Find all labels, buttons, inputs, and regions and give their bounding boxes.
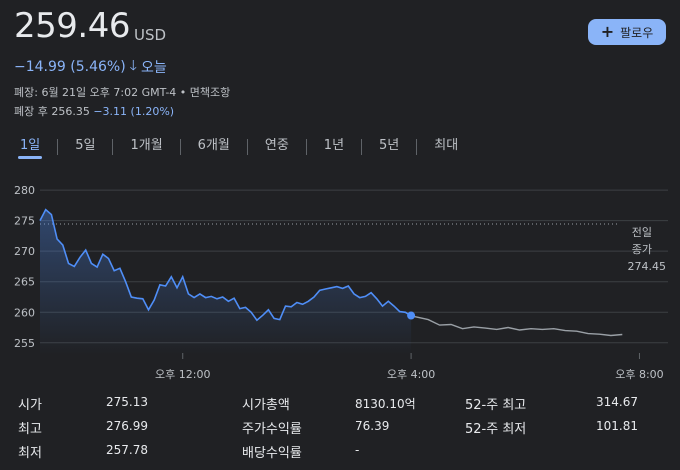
stat-value: -: [355, 443, 360, 457]
after-hours-change: −3.11 (1.20%): [93, 105, 175, 118]
tab-range-7[interactable]: 최대: [424, 135, 468, 159]
y-tick-label: 275: [14, 215, 35, 228]
tab-range-1[interactable]: 5일: [65, 135, 105, 159]
stat-label: 52-주 최저: [465, 422, 527, 437]
stat-value: 276.99: [106, 419, 148, 433]
stat-label: 52-주 최고: [465, 398, 527, 413]
stat-label: 최고: [18, 422, 42, 437]
tab-separator: [246, 139, 248, 155]
y-tick-label: 280: [14, 184, 35, 197]
price-change-period: 오늘: [140, 60, 167, 76]
current-price: 259.46: [14, 6, 130, 46]
y-tick-label: 255: [14, 337, 35, 350]
stat-value: 257.78: [106, 443, 148, 457]
stat-value: 275.13: [106, 395, 148, 409]
stat-label: 배당수익률: [242, 446, 302, 461]
tab-range-6[interactable]: 5년: [369, 135, 409, 159]
stat-value: 314.67: [596, 395, 638, 409]
tab-range-3[interactable]: 6개월: [188, 135, 240, 159]
after-hours-info: 폐장 후 256.35 −3.11 (1.20%): [14, 103, 174, 119]
range-tabs: 1일 5일 1개월 6개월 연중 1년 5년 최대: [10, 135, 468, 161]
last-price-dot: [407, 311, 416, 320]
follow-button[interactable]: + 팔로우: [588, 19, 666, 45]
stat-value: 76.39: [355, 419, 390, 433]
after-hours-line: [410, 315, 623, 337]
tab-separator: [112, 139, 114, 155]
after-hours-price: 폐장 후 256.35: [14, 105, 90, 118]
y-tick-label: 260: [14, 306, 35, 319]
price-change-value: −14.99 (5.46%): [14, 59, 126, 75]
y-tick-label: 265: [14, 276, 35, 289]
stat-label: 주가수익률: [242, 422, 302, 437]
regular-session-area: [40, 209, 412, 355]
currency-label: USD: [134, 26, 167, 44]
stat-label: 시가총액: [242, 398, 290, 413]
tab-range-0[interactable]: 1일: [10, 135, 50, 159]
previous-close-value: 274.45: [628, 260, 667, 273]
follow-button-label: 팔로우: [620, 25, 654, 40]
plus-icon: +: [600, 22, 615, 41]
previous-close-label: 종가: [632, 243, 652, 256]
tab-range-4[interactable]: 연중: [255, 135, 299, 159]
stat-label: 최저: [18, 446, 42, 461]
price-change: −14.99 (5.46%) 🡓 오늘: [14, 55, 167, 79]
tab-range-2[interactable]: 1개월: [120, 135, 172, 159]
previous-close-label: 전일: [632, 225, 652, 239]
tab-separator: [305, 139, 307, 155]
tab-separator: [416, 139, 418, 155]
stat-value: 8130.10억: [355, 397, 416, 411]
x-tick-label: 오후 8:00: [615, 368, 663, 380]
stat-value: 101.81: [596, 419, 638, 433]
tab-separator: [57, 139, 59, 155]
tab-range-5[interactable]: 1년: [314, 135, 354, 159]
stat-label: 시가: [18, 398, 42, 413]
y-tick-label: 270: [14, 245, 35, 258]
price-chart: 280 275 270 265 260 255 오후 12:00 오후 4:00 오후 8:00…: [14, 184, 668, 380]
close-info: 폐장: 6월 21일 오후 7:02 GMT-4 • 면책조항: [14, 86, 231, 99]
x-tick-label: 오후 4:00: [387, 368, 435, 380]
arrow-down-icon: 🡓: [129, 58, 137, 74]
tab-separator: [179, 139, 181, 155]
x-tick-label: 오후 12:00: [155, 368, 210, 380]
tab-separator: [361, 139, 363, 155]
